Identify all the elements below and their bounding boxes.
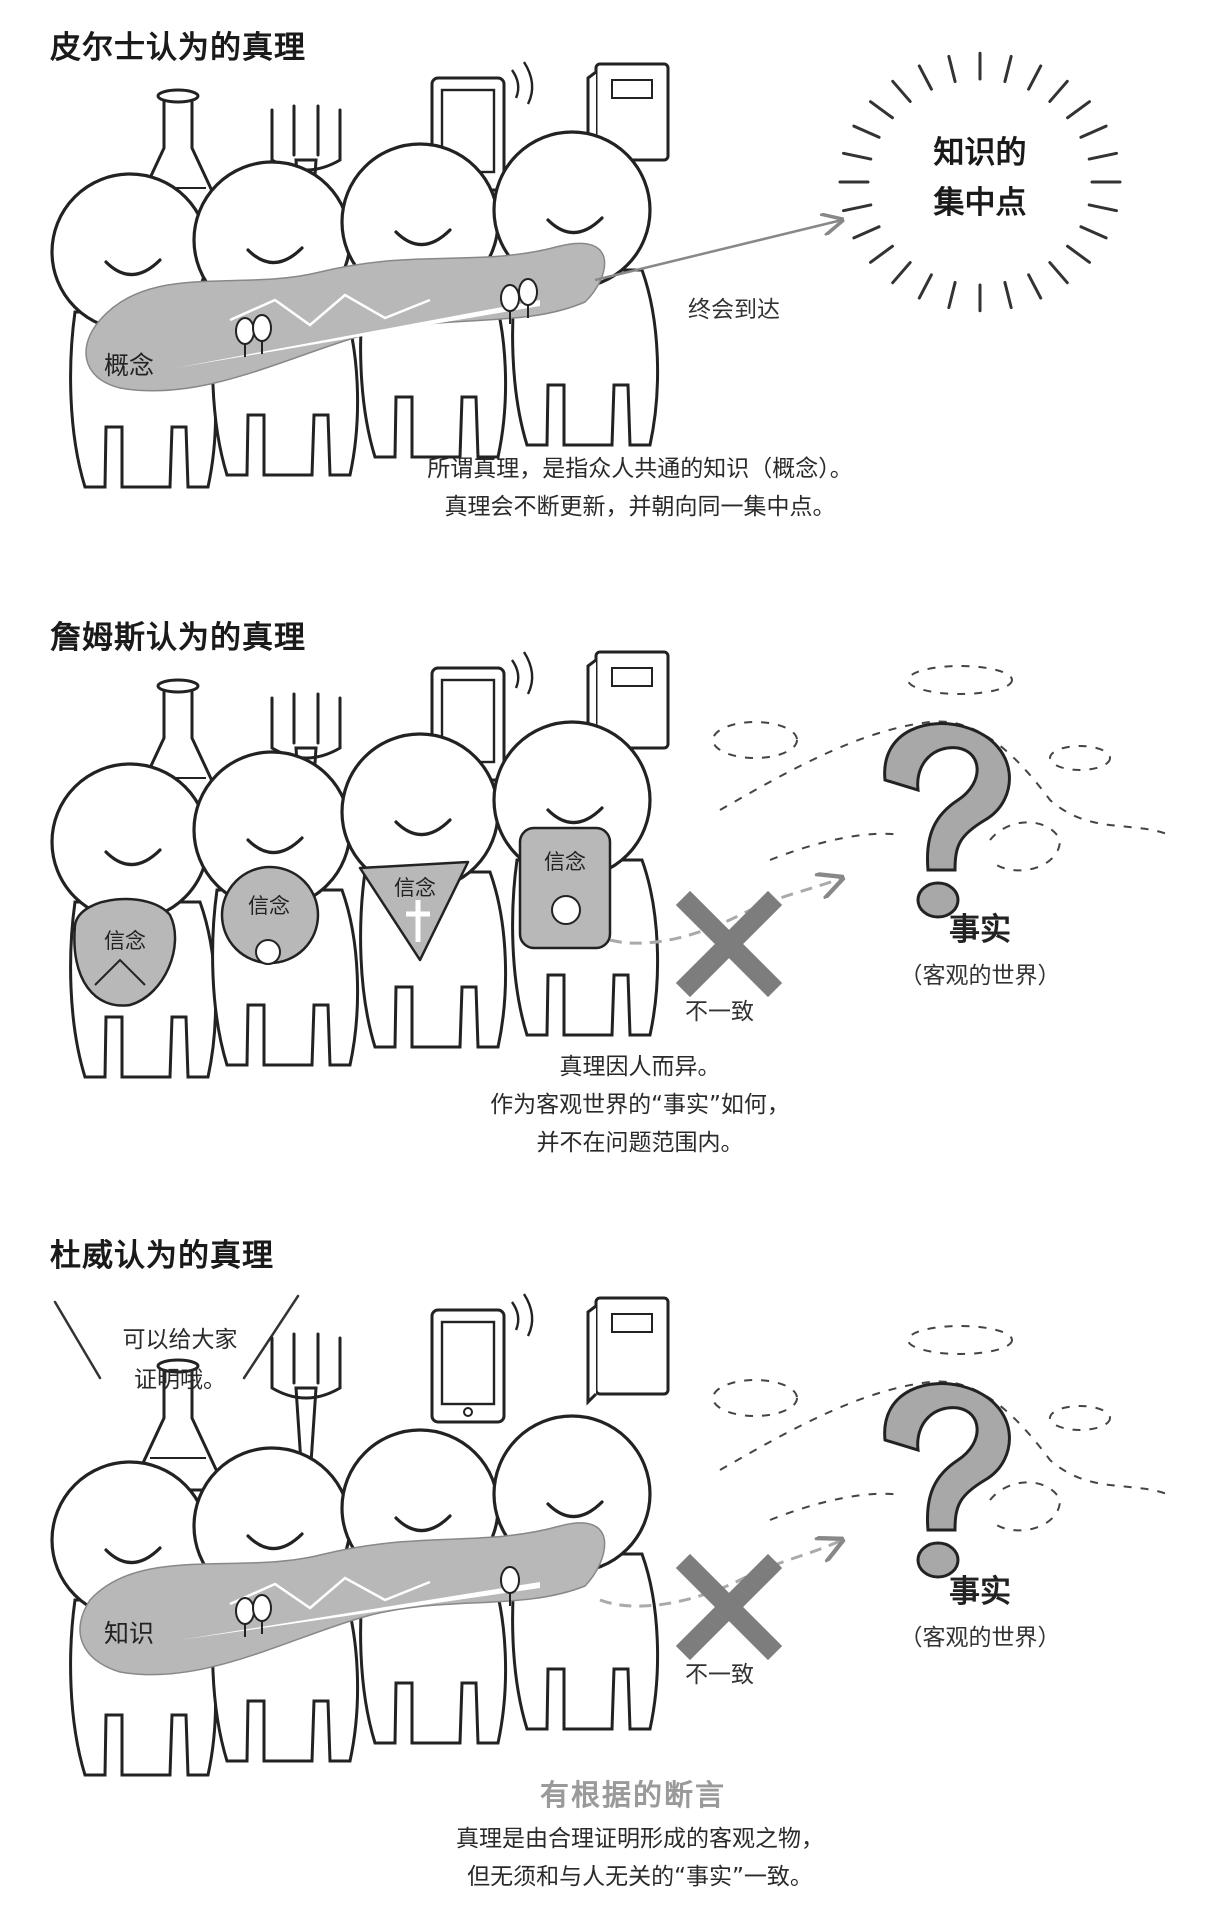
diagram-page: 皮尔士认为的真理 概念 终会到达 知识的 集中点 所谓真理，是指众人共通的知识（… — [0, 0, 1212, 1918]
sun-ray — [1066, 100, 1091, 120]
question-mark-2 — [883, 1382, 1011, 1579]
caption-3-line1: 真理是由合理证明形成的客观之物， — [456, 1826, 824, 1852]
sun-label-line1: 知识的 — [933, 135, 1027, 171]
sun-label-line2: 集中点 — [933, 185, 1027, 221]
sun-ray — [852, 225, 881, 240]
section-2-figure — [50, 650, 1171, 1079]
fact-title-1: 事实 — [949, 912, 1011, 948]
belief-label-4: 信念 — [544, 850, 586, 874]
caption-1-line1: 所谓真理，是指众人共通的知识（概念）。 — [427, 456, 853, 482]
sun-ray — [947, 280, 957, 310]
sun-ray — [1079, 124, 1108, 139]
caption-2-line3: 并不在问题范围内。 — [536, 1130, 744, 1156]
sun-ray — [917, 273, 933, 300]
speech-bubble: 可以给大家 证明哦。 — [80, 1320, 280, 1400]
sun-ray — [1087, 203, 1118, 213]
fact-subtitle-2: （客观的世界） — [899, 1625, 1061, 1651]
sun-ray — [1027, 273, 1043, 300]
sun-ray — [1048, 261, 1069, 285]
section-2-title: 詹姆斯认为的真理 — [50, 620, 306, 656]
concept-label: 概念 — [104, 351, 155, 380]
sun-ray — [1087, 151, 1118, 161]
sun-ray — [1066, 244, 1091, 264]
belief-label-1: 信念 — [104, 929, 146, 953]
sun-ray — [842, 151, 873, 161]
sun-ray — [917, 64, 933, 91]
sun-ray — [1003, 280, 1013, 310]
sun-ray — [1027, 64, 1043, 91]
sun-ray — [1079, 225, 1108, 240]
sun-ray — [842, 203, 873, 213]
fact-title-2: 事实 — [949, 1574, 1011, 1610]
mismatch-cross-2 — [675, 1553, 783, 1661]
knowledge-label: 知识 — [104, 1619, 155, 1648]
section-3-title: 杜威认为的真理 — [50, 1238, 274, 1274]
sun-ray — [1048, 79, 1069, 103]
mismatch-label-2: 不一致 — [685, 1662, 754, 1688]
belief-label-3: 信念 — [394, 876, 436, 900]
belief-label-2: 信念 — [248, 894, 290, 918]
section-1-caption: 所谓真理，是指众人共通的知识（概念）。 真理会不断更新，并朝向同一集中点。 — [330, 450, 950, 526]
speech-line1: 可以给大家 — [122, 1327, 238, 1353]
section-3-caption: 真理是由合理证明形成的客观之物， 但无须和与人无关的“事实”一致。 — [380, 1820, 900, 1896]
question-mark-1 — [883, 722, 1011, 919]
sun-ray — [1003, 54, 1013, 84]
caption-1-line2: 真理会不断更新，并朝向同一集中点。 — [444, 494, 836, 520]
sun-ray — [852, 124, 881, 139]
sun-ray — [891, 79, 912, 103]
sun-ray — [869, 100, 894, 120]
section-1-title: 皮尔士认为的真理 — [50, 30, 306, 66]
fact-subtitle-1: （客观的世界） — [899, 963, 1061, 989]
section-1-figure — [50, 51, 1122, 489]
caption-3-line2: 但无须和与人无关的“事实”一致。 — [467, 1864, 813, 1890]
mismatch-cross-1 — [675, 890, 783, 998]
eventually-reach-label: 终会到达 — [688, 297, 780, 323]
sun-ray — [869, 244, 894, 264]
warranted-assertion-highlight: 有根据的断言 — [540, 1778, 727, 1812]
section-2-caption: 真理因人而异。 作为客观世界的“事实”如何， 并不在问题范围内。 — [380, 1048, 900, 1162]
knowledge-convergence-point: 知识的 集中点 — [905, 128, 1055, 228]
mismatch-label-1: 不一致 — [685, 999, 754, 1025]
sun-ray — [947, 54, 957, 84]
speech-line2: 证明哦。 — [134, 1367, 226, 1393]
caption-2-line2: 作为客观世界的“事实”如何， — [490, 1092, 790, 1118]
caption-2-line1: 真理因人而异。 — [559, 1054, 721, 1080]
sun-ray — [891, 261, 912, 285]
